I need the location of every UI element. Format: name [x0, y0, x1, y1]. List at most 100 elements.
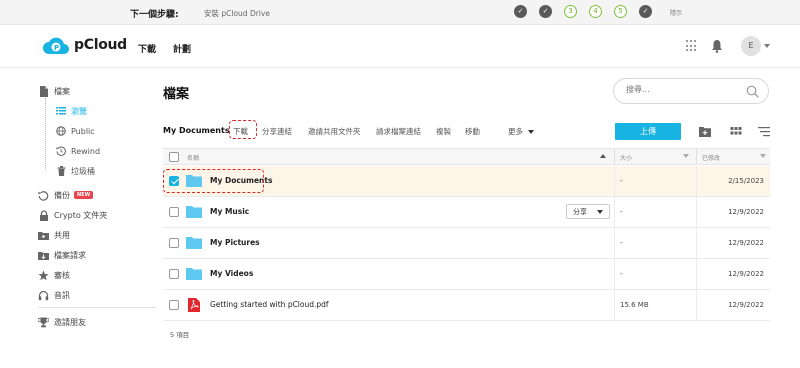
sidebar-item-crypto[interactable]: Crypto 文件夾: [38, 208, 107, 222]
sidebar-sub-label: 瀏覽: [71, 106, 87, 116]
sort-asc-icon[interactable]: [600, 154, 606, 158]
new-folder-icon[interactable]: [699, 126, 711, 137]
app-header: P pCloud 下載 計劃 E: [0, 25, 800, 68]
sidebar-item-backup[interactable]: 備份 NEW: [38, 188, 94, 202]
pdf-icon: [188, 298, 200, 312]
folder-icon: [186, 206, 202, 218]
next-steps-label: 下一個步驟:: [130, 10, 179, 20]
column-divider: [696, 290, 697, 321]
sidebar-sub-rewind[interactable]: Rewind: [56, 144, 100, 158]
step-1-done-icon[interactable]: ✓: [514, 5, 527, 18]
column-divider: [614, 166, 615, 197]
apps-grid-icon[interactable]: [686, 40, 698, 52]
sidebar-item-label: Crypto 文件夾: [54, 210, 108, 220]
nav-download[interactable]: 下載: [138, 42, 156, 55]
table-row[interactable]: My Music 分享 - 12/9/2022: [163, 197, 770, 228]
sidebar-item-label: 檔案: [54, 86, 70, 96]
file-size: -: [620, 270, 623, 278]
sidebar-item-label: 共用: [54, 230, 70, 240]
sidebar-item-file-requests[interactable]: 檔案請求: [38, 248, 86, 262]
upload-button[interactable]: 上傳: [615, 123, 681, 140]
file-name[interactable]: My Music: [210, 207, 249, 216]
trash-icon: [56, 166, 66, 176]
sidebar-item-shared[interactable]: 共用: [38, 228, 70, 242]
breadcrumb[interactable]: My Documents: [163, 126, 230, 135]
column-divider: [614, 197, 615, 228]
sidebar-sub-label: Public: [71, 126, 95, 136]
column-size-header[interactable]: 大小: [620, 153, 632, 162]
sidebar-item-invite[interactable]: 邀請朋友: [38, 315, 86, 329]
column-divider: [696, 149, 697, 165]
nav-plans[interactable]: 計劃: [173, 42, 191, 55]
chevron-down-icon[interactable]: [764, 44, 770, 48]
column-modified-header[interactable]: 已修改: [702, 153, 720, 162]
search-icon[interactable]: [746, 85, 759, 98]
column-divider: [614, 149, 615, 165]
share-link-action[interactable]: 分享連結: [262, 126, 292, 138]
invite-folder-action[interactable]: 邀請共用文件夾: [308, 126, 361, 138]
column-divider: [614, 290, 615, 321]
share-dropdown-button[interactable]: 分享: [566, 204, 610, 219]
search-box[interactable]: [613, 78, 769, 104]
sort-icon[interactable]: [760, 154, 766, 158]
sidebar-sub-label: Rewind: [71, 146, 101, 156]
hide-steps-link[interactable]: 隱示: [670, 8, 682, 17]
row-checkbox[interactable]: [169, 269, 179, 279]
row-checkbox[interactable]: [169, 207, 179, 217]
share-label: 分享: [573, 207, 587, 216]
column-divider: [696, 228, 697, 259]
select-all-checkbox[interactable]: [169, 152, 179, 162]
sidebar-sub-browse[interactable]: 瀏覽: [56, 104, 87, 118]
step-6-done-icon[interactable]: ✓: [639, 5, 652, 18]
sort-icon[interactable]: [683, 154, 689, 158]
file-icon: [38, 85, 49, 97]
folder-icon: [186, 237, 202, 249]
rewind-clock-icon: [56, 146, 66, 156]
trophy-icon: [38, 317, 49, 328]
row-checkbox[interactable]: [169, 300, 179, 310]
pcloud-logo-icon[interactable]: P: [42, 36, 70, 56]
sidebar-item-label: 備份: [54, 190, 70, 200]
file-size: 15.6 MB: [620, 301, 649, 309]
sidebar-item-label: 邀請朋友: [54, 317, 86, 327]
page-title: 檔案: [163, 87, 190, 102]
step-2-done-icon[interactable]: ✓: [539, 5, 552, 18]
file-name[interactable]: My Pictures: [210, 238, 260, 247]
sidebar-item-audio[interactable]: 音訊: [38, 288, 70, 302]
grid-view-icon[interactable]: [730, 126, 742, 137]
step-3-badge[interactable]: 3: [564, 5, 577, 18]
sidebar-item-reviews[interactable]: 審核: [38, 268, 70, 282]
column-name-header[interactable]: 名稱: [187, 153, 199, 162]
move-action[interactable]: 移動: [465, 126, 480, 138]
table-row[interactable]: My Pictures - 12/9/2022: [163, 228, 770, 259]
table-row[interactable]: Getting started with pCloud.pdf 15.6 MB …: [163, 290, 770, 321]
column-divider: [696, 166, 697, 197]
sidebar-sub-trash[interactable]: 垃圾桶: [56, 164, 95, 178]
download-highlight: [229, 120, 257, 139]
sidebar-sub-public[interactable]: Public: [56, 124, 95, 138]
file-name[interactable]: My Videos: [210, 269, 253, 278]
file-name[interactable]: Getting started with pCloud.pdf: [210, 300, 329, 309]
column-divider: [614, 259, 615, 290]
sidebar-item-files[interactable]: 檔案: [38, 84, 70, 98]
request-files-action[interactable]: 請求檔案連結: [376, 126, 421, 138]
brand-name[interactable]: pCloud: [74, 37, 127, 53]
sidebar-item-label: 審核: [54, 270, 70, 280]
next-step-task-link[interactable]: 安裝 pCloud Drive: [204, 8, 270, 19]
sort-icon[interactable]: [758, 126, 770, 137]
file-size: -: [620, 177, 623, 185]
file-date: 12/9/2022: [728, 270, 764, 278]
search-input[interactable]: [626, 85, 746, 94]
sidebar-item-label: 音訊: [54, 290, 70, 300]
bell-icon[interactable]: [711, 39, 723, 53]
next-steps-bar: 下一個步驟: 安裝 pCloud Drive ✓ ✓ 3 4 5 ✓ 隱示: [0, 0, 800, 25]
avatar[interactable]: E: [741, 36, 761, 56]
copy-action[interactable]: 複製: [436, 126, 451, 138]
file-size: -: [620, 208, 623, 216]
table-row[interactable]: My Videos - 12/9/2022: [163, 259, 770, 290]
new-badge: NEW: [74, 191, 94, 199]
more-menu[interactable]: 更多: [508, 126, 534, 138]
step-4-badge[interactable]: 4: [589, 5, 602, 18]
step-5-badge[interactable]: 5: [614, 5, 627, 18]
row-checkbox[interactable]: [169, 238, 179, 248]
